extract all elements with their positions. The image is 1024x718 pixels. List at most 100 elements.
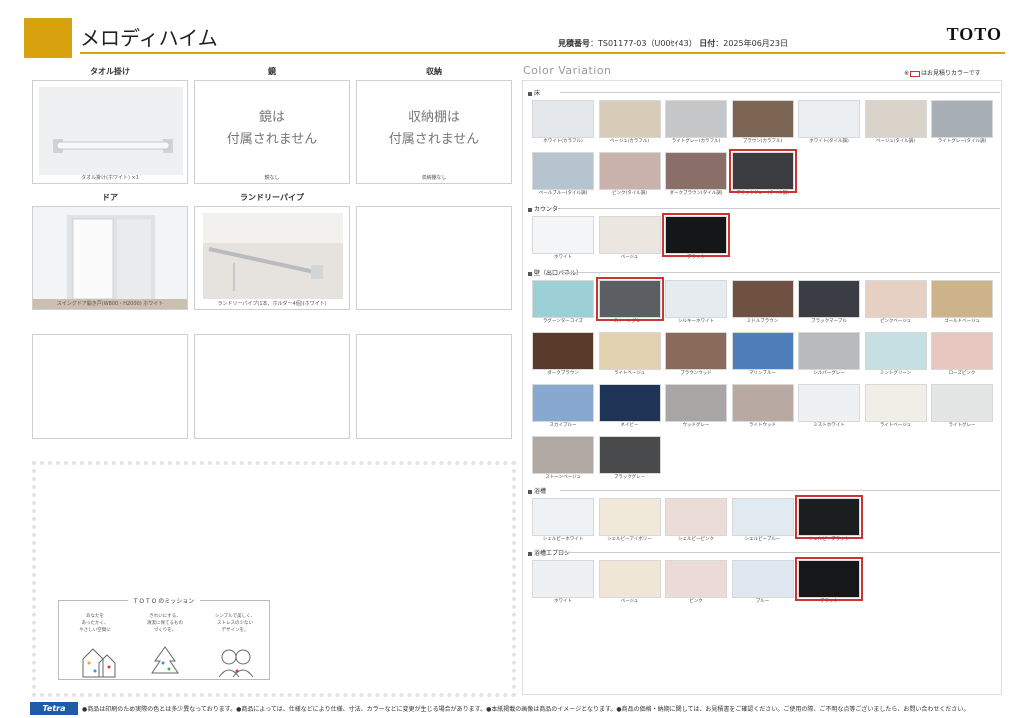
color-swatch[interactable]: ダークブラウン(タイル調)	[665, 152, 727, 198]
towel-bar-caption: タオル掛け(ホワイト) ×1	[81, 175, 139, 181]
color-swatch[interactable]: ミストホワイト	[798, 384, 860, 430]
color-swatch[interactable]: ブラックマーブル	[798, 280, 860, 326]
swatch-label: シェルピーホワイト	[542, 537, 584, 542]
color-swatch[interactable]: ベージュ(カラフル)	[598, 100, 661, 146]
swatch-label: ベージュ	[620, 599, 639, 604]
color-swatch[interactable]: ラグーンターコイズ	[532, 280, 594, 326]
color-swatch[interactable]: シルキーホワイト	[665, 280, 727, 326]
color-swatch[interactable]: ライトウッド	[731, 384, 794, 430]
mirror-box[interactable]: 鏡は 付属されません 鏡なし	[194, 80, 350, 184]
color-swatch[interactable]: ミントグリーン	[864, 332, 927, 378]
swatch-chip	[665, 560, 727, 598]
color-swatch[interactable]: ミドルブラウン	[731, 280, 794, 326]
swatch-label: ストーンベージュ	[545, 475, 581, 480]
swatch-chip	[795, 557, 863, 601]
laundry-pipe-image[interactable]: ランドリーパイプ(1本、ホルダー4個)(ホワイト)	[194, 206, 350, 310]
color-swatch[interactable]: シェルピーホワイト	[532, 498, 594, 544]
color-swatch[interactable]: ウッドグレー	[665, 384, 727, 430]
swatch-label: シェルピーアイボリー	[607, 537, 652, 542]
door-label: ドア	[102, 193, 118, 202]
color-swatch[interactable]: ブラック	[795, 557, 863, 606]
color-swatch[interactable]: ベージュ	[598, 560, 661, 606]
swatch-chip	[728, 149, 797, 193]
color-swatch[interactable]: ホワイト	[532, 216, 594, 262]
swatch-chip	[798, 384, 860, 422]
color-swatch[interactable]: ペールブルー(タイル調)	[532, 152, 594, 198]
laundry-pipe-label: ランドリーパイプ	[240, 193, 304, 202]
color-swatch[interactable]: ネイビー	[598, 384, 661, 430]
swatch-chip	[598, 384, 661, 422]
empty-cell-2	[32, 334, 188, 439]
color-swatch[interactable]: ベージュ(タイル調)	[864, 100, 927, 146]
color-swatch[interactable]: ゴールドベージュ	[931, 280, 993, 326]
swatch-chip	[864, 100, 927, 138]
swatch-label: シルバーグレー	[813, 371, 845, 376]
color-swatch[interactable]: ピンクベージュ	[864, 280, 927, 326]
swatch-chip	[532, 332, 594, 370]
swatch-label: ブラックグレー(タイル調)	[736, 191, 789, 196]
color-swatch[interactable]: ブラウンウッド	[665, 332, 727, 378]
color-swatch[interactable]: ホワイト(タイル調)	[798, 100, 860, 146]
empty-box	[356, 206, 512, 310]
color-swatch[interactable]: マリンブルー	[731, 332, 794, 378]
color-swatch[interactable]: ライトグレー	[931, 384, 993, 430]
door-image[interactable]: スイングドア開き戸(W800・H2000) ホワイト	[32, 206, 188, 310]
storage-not-included: 収納棚は 付属されません	[388, 110, 480, 147]
color-swatch[interactable]: ライトグレー(タイル調)	[931, 100, 993, 146]
swatch-chip	[532, 152, 594, 190]
color-swatch[interactable]: ブルー	[731, 560, 794, 606]
palette-section-heading: カウンター	[528, 204, 564, 213]
swatch-label: ローズピンク	[948, 371, 976, 376]
swatch-label: ホワイト	[554, 255, 572, 260]
swatch-label: ホワイト(タイル調)	[809, 139, 849, 144]
empty-box	[194, 334, 350, 439]
swatch-chip	[798, 100, 860, 138]
towel-bar-cell: タオル掛け タオル掛け(ホワイト) ×1	[32, 66, 188, 184]
swatch-label: ペールブルー(タイル調)	[538, 191, 588, 196]
swatch-chip	[662, 213, 730, 257]
swatch-label: ホワイト	[554, 599, 572, 604]
mission-illustration	[82, 646, 254, 678]
swatch-chip	[931, 280, 993, 318]
storage-box[interactable]: 収納棚は 付属されません 収納棚なし	[356, 80, 512, 184]
swatch-label: ライトベージュ	[879, 423, 912, 428]
swatch-chip	[665, 498, 727, 536]
color-swatch[interactable]: ピンク(タイル調)	[598, 152, 661, 198]
color-swatch[interactable]: ストーングレー	[595, 277, 664, 326]
swatch-chip	[795, 495, 863, 539]
color-swatch[interactable]: ライトベージュ	[598, 332, 661, 378]
color-swatch[interactable]: ホワイト(カラフル)	[532, 100, 594, 146]
swatch-label: ホワイト(カラフル)	[543, 139, 583, 144]
color-swatch[interactable]: ピンク	[665, 560, 727, 606]
color-swatch[interactable]: ベージュ	[598, 216, 661, 262]
color-swatch[interactable]: ブラック	[662, 213, 730, 262]
color-swatch[interactable]: ブラックグレー	[598, 436, 661, 482]
brand-mark	[24, 18, 72, 58]
color-swatch[interactable]: シェルピーアイボリー	[598, 498, 661, 544]
swatch-chip	[798, 280, 860, 318]
color-swatch[interactable]: ダークブラウン	[532, 332, 594, 378]
page-title: メロディハイム	[80, 26, 218, 50]
color-swatch[interactable]: ストーンベージュ	[532, 436, 594, 482]
color-swatch[interactable]: ブラウン(カラフル)	[731, 100, 794, 146]
color-swatch[interactable]: スカイブルー	[532, 384, 594, 430]
swatch-label: ピンク	[689, 599, 703, 604]
swatch-chip	[532, 100, 594, 138]
color-swatch[interactable]: ブラックグレー(タイル調)	[728, 149, 797, 198]
swatch-chip	[598, 498, 661, 536]
towel-bar-image[interactable]: タオル掛け(ホワイト) ×1	[32, 80, 188, 184]
color-swatch[interactable]: ローズピンク	[931, 332, 993, 378]
color-swatch[interactable]: ライトベージュ	[864, 384, 927, 430]
color-swatch[interactable]: ホワイト	[532, 560, 594, 606]
laundry-pipe-cell: ランドリーパイプ ランドリーパイプ(1本、ホルダー4個)(ホワイト)	[194, 192, 350, 310]
swatch-chip	[731, 280, 794, 318]
swatch-chip	[731, 384, 794, 422]
color-swatch[interactable]: シェルピーブルー	[731, 498, 794, 544]
swatch-chip	[598, 100, 661, 138]
color-swatch[interactable]: シェルピーブラック	[795, 495, 863, 544]
swatch-label: スカイブルー	[549, 423, 577, 428]
swatch-chip	[532, 216, 594, 254]
color-swatch[interactable]: シルバーグレー	[798, 332, 860, 378]
color-swatch[interactable]: シェルピーピンク	[665, 498, 727, 544]
color-swatch[interactable]: ライトグレー(カラフル)	[665, 100, 727, 146]
